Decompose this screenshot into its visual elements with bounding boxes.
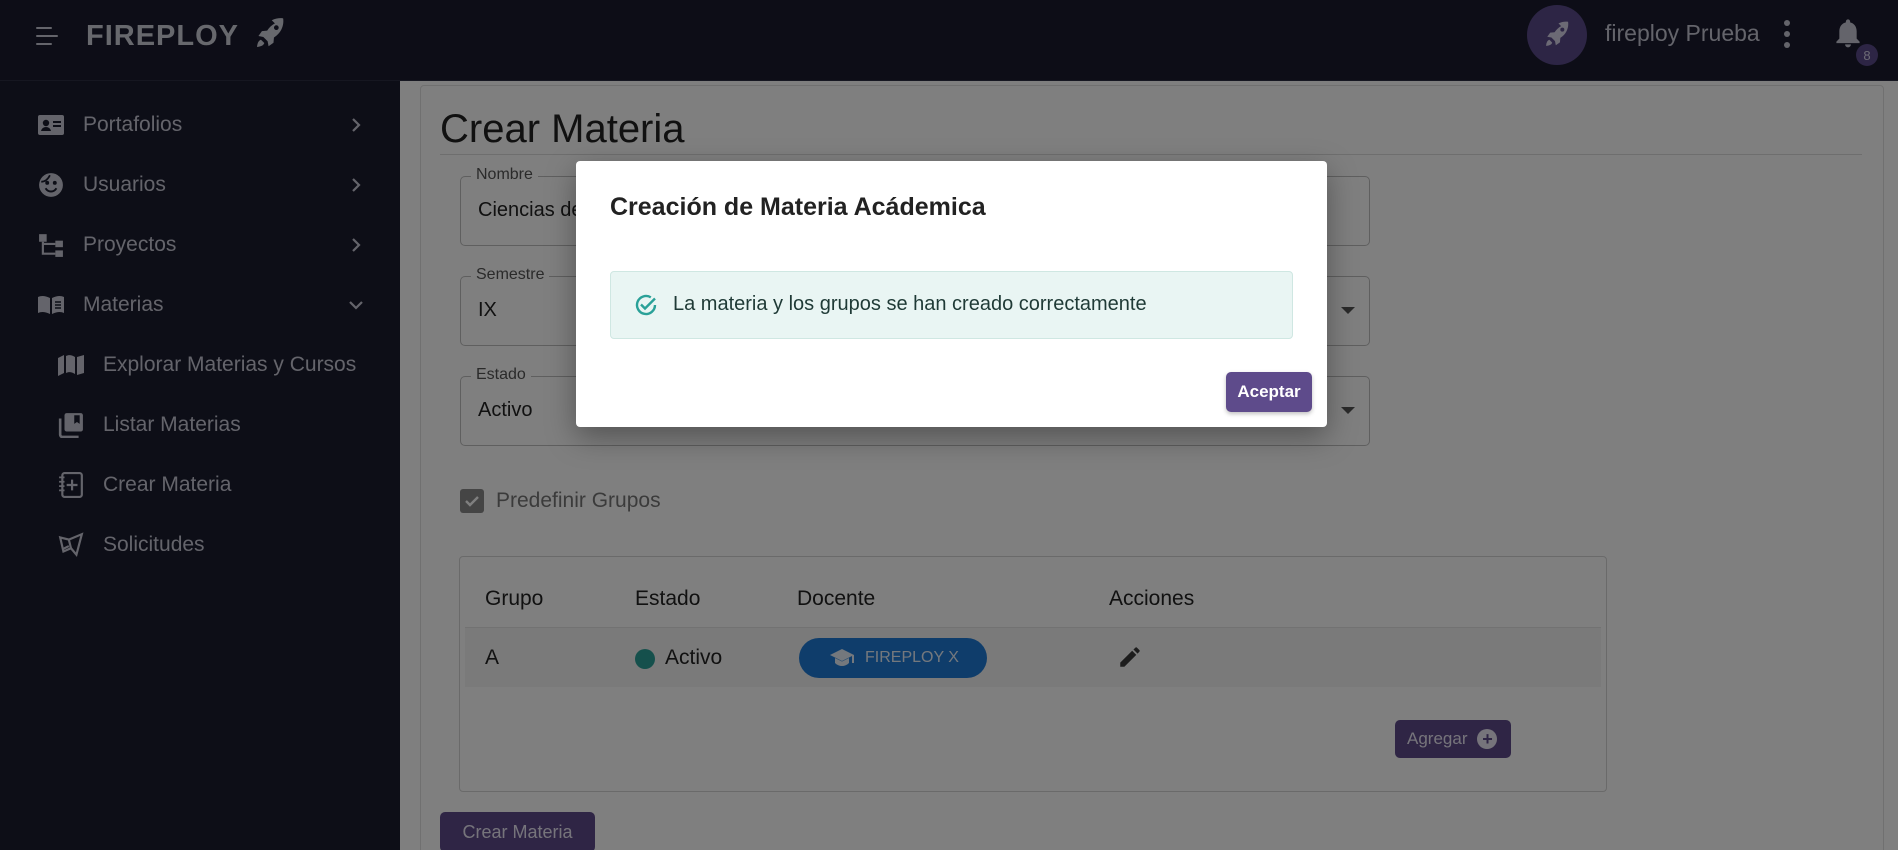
accept-button[interactable]: Aceptar <box>1226 372 1312 412</box>
dialog-title: Creación de Materia Acádemica <box>610 193 986 221</box>
success-dialog: Creación de Materia Acádemica La materia… <box>576 161 1327 427</box>
success-message: La materia y los grupos se han creado co… <box>673 293 1147 315</box>
success-alert: La materia y los grupos se han creado co… <box>610 271 1293 339</box>
check-circle-icon <box>633 292 659 318</box>
